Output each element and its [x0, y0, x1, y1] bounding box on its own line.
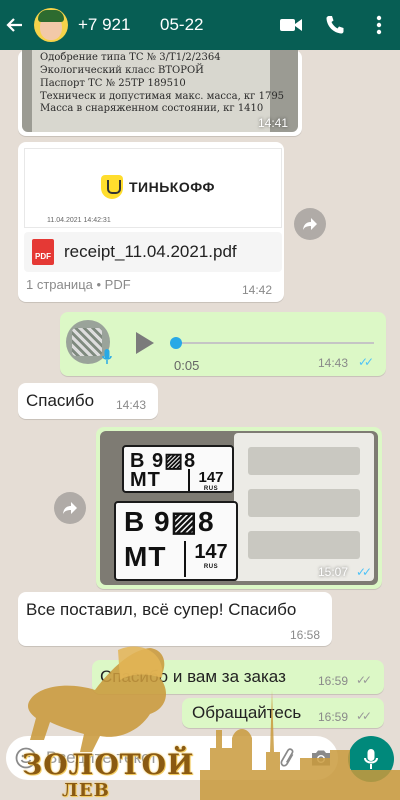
- read-ticks-icon: ✓✓: [358, 355, 374, 369]
- message-time: 16:59: [318, 674, 349, 688]
- message-time: 16:59: [318, 710, 349, 724]
- license-plates-photo[interactable]: В 9▨8 МТ 147 RUS В 9▨8 МТ 147 RUS: [100, 431, 378, 585]
- pdf-file-row[interactable]: PDF receipt_11.04.2021.pdf: [24, 232, 282, 272]
- plate-series: МТ: [124, 541, 167, 572]
- pdf-file-icon: PDF: [32, 239, 54, 265]
- text-message-outgoing[interactable]: Обращайтесь 16:59 ✓✓: [182, 698, 384, 728]
- voice-progress-knob[interactable]: [170, 337, 182, 349]
- composer: Введите текст: [0, 730, 400, 800]
- document-line: Паспорт ТС № 25ТР 189510: [40, 78, 186, 89]
- pdf-preview[interactable]: ТИНЬКОФФ 11.04.2021 14:42:31: [24, 148, 282, 228]
- emoji-icon: [15, 747, 37, 769]
- video-call-icon: [280, 19, 302, 31]
- license-plate-small: В 9▨8 МТ 147 RUS: [122, 445, 234, 493]
- voice-duration: 0:05: [174, 358, 200, 373]
- frame-slot: [248, 531, 360, 559]
- delivered-ticks-icon: ✓✓: [356, 709, 372, 723]
- avatar-hair: [38, 10, 64, 22]
- message-text: Все поставил, всё супер! Спасибо: [26, 600, 297, 619]
- frame-slot: [248, 447, 360, 475]
- voice-message[interactable]: 0:05 14:43 ✓✓: [60, 312, 386, 376]
- document-line: Техническ и допустимая макс. масса, кг 1…: [40, 91, 285, 102]
- message-time: 14:41: [258, 116, 289, 130]
- message-text: Спасибо и вам за заказ: [100, 667, 286, 686]
- more-vertical-icon: [376, 15, 382, 35]
- camera-button[interactable]: [304, 736, 338, 780]
- document-line: Масса в снаряженном состоянии, кг 1410: [40, 103, 264, 114]
- message-time: 15:07: [318, 565, 349, 579]
- contact-avatar[interactable]: [34, 8, 68, 42]
- voice-progress-track[interactable]: [174, 342, 374, 344]
- contact-name[interactable]: +7 921: [78, 15, 154, 35]
- tinkoff-brand: ТИНЬКОФФ: [129, 179, 215, 195]
- back-button[interactable]: [0, 0, 30, 50]
- frame-slot: [248, 489, 360, 517]
- plate-series: МТ: [130, 469, 161, 491]
- pdf-meta: 1 страница • PDF: [26, 277, 131, 292]
- phone-icon: [326, 16, 344, 34]
- forward-icon: [63, 502, 77, 514]
- plate-number: В 9▨8: [124, 506, 215, 537]
- document-line: Экологический класс ВТОРОЙ: [40, 65, 204, 76]
- forward-button[interactable]: [54, 492, 86, 524]
- plate-country: RUS: [203, 564, 219, 570]
- license-plate-large: В 9▨8 МТ 147 RUS: [114, 501, 238, 581]
- play-button[interactable]: [136, 332, 154, 354]
- plate-frame: [234, 433, 374, 581]
- pdf-message[interactable]: ТИНЬКОФФ 11.04.2021 14:42:31 PDF receipt…: [18, 142, 284, 302]
- forward-icon: [303, 218, 317, 230]
- tinkoff-shield-icon: [101, 175, 123, 199]
- camera-icon: [312, 750, 330, 766]
- back-arrow-icon: [6, 18, 22, 32]
- message-list[interactable]: Одобрение типа ТС № 3/Т1/2/2364 Экологич…: [0, 50, 400, 730]
- chat-header: +7 921 05-22: [0, 0, 400, 50]
- message-time: 14:43: [318, 356, 349, 370]
- plate-region: 147: [198, 469, 224, 486]
- message-time: 16:58: [290, 628, 321, 642]
- plate-region-box: 147 RUS: [188, 469, 232, 492]
- pdf-filename: receipt_11.04.2021.pdf: [64, 242, 237, 261]
- paperclip-icon: [280, 748, 294, 767]
- text-message-outgoing[interactable]: Спасибо и вам за заказ 16:59 ✓✓: [92, 660, 384, 694]
- contact-date-label[interactable]: 05-22: [160, 15, 203, 35]
- video-call-button[interactable]: [276, 10, 306, 40]
- document-photo[interactable]: Одобрение типа ТС № 3/Т1/2/2364 Экологич…: [22, 50, 298, 132]
- message-input[interactable]: Введите текст: [46, 748, 270, 768]
- message-text: Спасибо: [26, 391, 95, 410]
- plates-photo-message[interactable]: В 9▨8 МТ 147 RUS В 9▨8 МТ 147 RUS 15:07 …: [96, 427, 382, 589]
- plate-region: 147: [194, 541, 228, 563]
- mic-icon: [100, 348, 114, 366]
- doc-photo-message[interactable]: Одобрение типа ТС № 3/Т1/2/2364 Экологич…: [18, 50, 302, 136]
- record-voice-button[interactable]: [348, 736, 394, 782]
- voice-call-button[interactable]: [320, 10, 350, 40]
- pdf-preview-date: 11.04.2021 14:42:31: [47, 217, 111, 224]
- tinkoff-logo: ТИНЬКОФФ: [101, 175, 215, 199]
- forward-button[interactable]: [294, 208, 326, 240]
- message-time: 14:42: [242, 283, 273, 297]
- document-paper: Одобрение типа ТС № 3/Т1/2/2364 Экологич…: [32, 50, 284, 132]
- emoji-button[interactable]: [6, 736, 46, 780]
- message-time: 14:43: [116, 398, 147, 412]
- text-message-incoming[interactable]: Все поставил, всё супер! Спасибо 16:58: [18, 592, 332, 646]
- message-input-bar[interactable]: Введите текст: [6, 736, 338, 780]
- text-message-incoming[interactable]: Спасибо 14:43: [18, 383, 158, 419]
- message-text: Обращайтесь: [192, 703, 302, 722]
- document-line: Одобрение типа ТС № 3/Т1/2/2364: [40, 52, 221, 63]
- plate-country: RUS: [203, 486, 219, 492]
- delivered-ticks-icon: ✓✓: [356, 673, 372, 687]
- more-options-button[interactable]: [364, 10, 394, 40]
- attach-button[interactable]: [270, 736, 304, 780]
- read-ticks-icon: ✓✓: [356, 565, 372, 579]
- microphone-icon: [364, 749, 378, 769]
- plate-region-box: 147 RUS: [184, 541, 236, 577]
